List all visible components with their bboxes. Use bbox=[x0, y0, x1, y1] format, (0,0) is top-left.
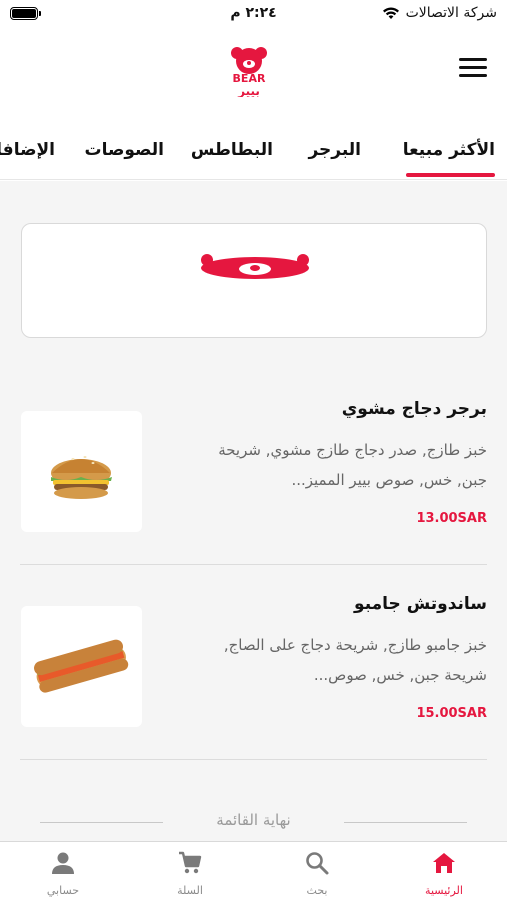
nav-cart-label: السلة bbox=[177, 884, 203, 897]
tab-sauces[interactable]: الصوصات bbox=[84, 140, 164, 160]
nav-account-label: حسابي bbox=[46, 884, 80, 897]
logo-text-ar: بيير bbox=[237, 84, 260, 97]
product-price: 13.00SAR bbox=[416, 511, 487, 526]
app-header: BEAR بيير bbox=[0, 30, 507, 115]
sandwich-image bbox=[34, 639, 129, 693]
end-of-list-label: نهاية القائمة bbox=[216, 811, 291, 829]
nav-search[interactable]: بحث bbox=[254, 842, 380, 900]
product-image bbox=[21, 411, 142, 532]
tab-extras[interactable]: الإضافات bbox=[0, 140, 55, 160]
product-name: برجر دجاج مشوي bbox=[341, 399, 487, 419]
nav-account[interactable]: حسابي bbox=[0, 842, 126, 900]
nav-home-label: الرئيسية bbox=[425, 884, 463, 897]
burger-image bbox=[51, 456, 112, 499]
product-item[interactable]: ساندوتش جامبو خبز جامبو طازج, شريحة دجاج… bbox=[0, 576, 507, 761]
home-icon bbox=[433, 853, 455, 873]
product-description: خبز طازج, صدر دجاج طازج مشوي, شريحة جبن,… bbox=[218, 441, 487, 489]
product-name: ساندوتش جامبو bbox=[354, 594, 487, 614]
divider bbox=[20, 759, 487, 760]
category-tabs: الأكثر مبيعا البرجر البطاطس الصوصات الإض… bbox=[0, 125, 507, 180]
carrier-label: شركة الاتصالات bbox=[405, 5, 497, 21]
tab-fries[interactable]: البطاطس bbox=[191, 140, 273, 160]
tab-best-sellers[interactable]: الأكثر مبيعا bbox=[403, 140, 495, 160]
product-item[interactable]: برجر دجاج مشوي خبز طازج, صدر دجاج طازج م… bbox=[0, 381, 507, 566]
nav-home[interactable]: الرئيسية bbox=[381, 842, 507, 900]
search-icon bbox=[306, 852, 329, 875]
bear-logo: BEAR بيير bbox=[231, 47, 267, 97]
bear-banner-logo bbox=[201, 254, 309, 279]
bottom-nav: الرئيسية بحث السلة حسابي bbox=[0, 841, 507, 900]
nav-search-label: بحث bbox=[306, 884, 328, 897]
active-tab-indicator bbox=[406, 173, 495, 177]
product-price: 15.00SAR bbox=[416, 706, 487, 721]
product-image bbox=[21, 606, 142, 727]
hamburger-icon bbox=[459, 58, 487, 77]
user-icon bbox=[52, 852, 74, 874]
promo-banner[interactable] bbox=[21, 223, 487, 338]
divider bbox=[20, 564, 487, 565]
end-of-list: نهاية القائمة bbox=[40, 811, 467, 833]
status-carrier: شركة الاتصالات bbox=[382, 5, 497, 21]
nav-cart[interactable]: السلة bbox=[127, 842, 253, 900]
menu-button[interactable] bbox=[459, 58, 487, 82]
cart-icon bbox=[179, 851, 202, 874]
product-description: خبز جامبو طازج, شريحة دجاج على الصاج, شر… bbox=[223, 636, 487, 684]
tab-burgers[interactable]: البرجر bbox=[308, 140, 361, 160]
product-list[interactable]: برجر دجاج مشوي خبز طازج, صدر دجاج طازج م… bbox=[0, 181, 507, 841]
status-bar: ٢:٢٤ م شركة الاتصالات bbox=[0, 0, 507, 30]
wifi-icon bbox=[382, 7, 399, 19]
